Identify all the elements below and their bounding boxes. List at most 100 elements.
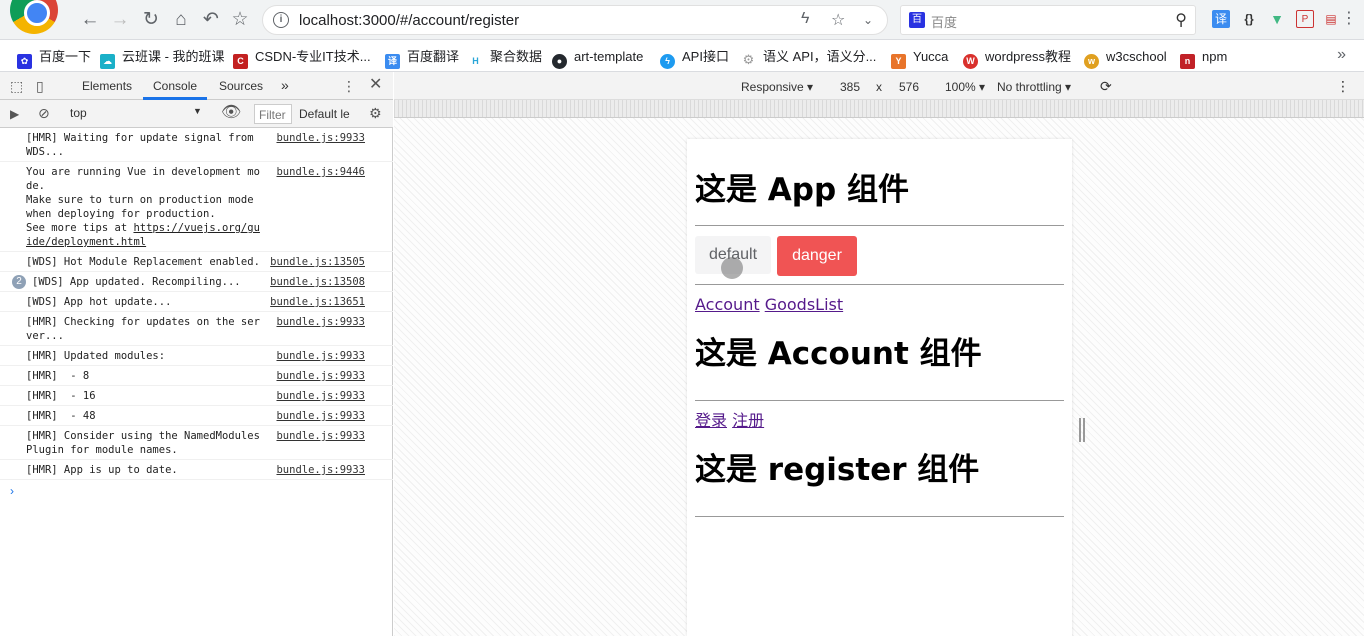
translate-extension-icon[interactable]: 译 [1212, 10, 1230, 28]
bookmark-api[interactable]: ϟ API接口 [660, 48, 729, 69]
source-link[interactable]: bundle.js:9933 [276, 131, 365, 145]
log-levels-select[interactable]: Default le [299, 107, 353, 121]
bookmark-art-template[interactable]: ● art-template [552, 48, 643, 69]
zoom-select[interactable]: 100% ▾ [945, 80, 985, 94]
viewport-width-input[interactable]: 385 [840, 80, 860, 94]
inspect-element-icon[interactable]: ⬚ [10, 78, 23, 94]
account-nav-links: 登录 注册 [695, 401, 1064, 431]
home-button[interactable]: ⌂ [169, 8, 193, 32]
context-select[interactable]: top [70, 106, 210, 122]
goodslist-link[interactable]: GoodsList [765, 295, 843, 314]
tab-elements[interactable]: Elements [82, 79, 132, 93]
source-link[interactable]: bundle.js:9933 [276, 315, 365, 329]
bookmark-npm[interactable]: n npm [1180, 48, 1227, 69]
info-icon[interactable]: i [273, 12, 289, 28]
bookmark-csdn[interactable]: C CSDN-专业IT技术... [233, 48, 371, 69]
tab-sources[interactable]: Sources [219, 79, 263, 93]
source-link[interactable]: bundle.js:13508 [270, 275, 365, 289]
close-icon[interactable]: ✕ [369, 77, 382, 93]
account-title: 这是 Account 组件 [695, 336, 982, 372]
chrome-logo-icon [10, 0, 58, 34]
console-message: [WDS] Hot Module Replacement enabled. bun… [0, 252, 393, 272]
back-button[interactable]: ← [78, 8, 102, 32]
source-link[interactable]: bundle.js:9933 [276, 369, 365, 383]
device-toggle-icon[interactable]: ▯ [36, 78, 44, 94]
bookmarks-overflow-icon[interactable]: » [1337, 46, 1346, 64]
tab-console[interactable]: Console [153, 79, 197, 93]
source-link[interactable]: bundle.js:9933 [276, 429, 365, 443]
console-message: [HMR] Waiting for update signal from WDS… [0, 128, 393, 162]
forward-button[interactable]: → [108, 8, 132, 32]
chevron-down-icon[interactable]: ▼ [193, 106, 202, 116]
console-message: [HMR] App is up to date. bundle.js:9933 [0, 460, 393, 480]
bookmark-label: 百度一下 [39, 49, 92, 64]
device-mode-select[interactable]: Responsive ▾ [741, 80, 813, 94]
resize-handle[interactable] [1079, 418, 1085, 442]
bookmark-w3cschool[interactable]: w w3cschool [1084, 48, 1167, 69]
login-link[interactable]: 登录 [695, 411, 727, 430]
bookmark-yucca[interactable]: Y Yucca [891, 48, 949, 69]
vue-devtools-icon[interactable]: ▼ [1268, 10, 1286, 28]
star-bookmark-button[interactable]: ☆ [228, 8, 252, 32]
button-group: default danger [695, 226, 1064, 284]
more-tabs-button[interactable]: » [281, 77, 289, 93]
source-link[interactable]: bundle.js:9933 [276, 409, 365, 423]
source-link[interactable]: bundle.js:9933 [276, 349, 365, 363]
clear-console-icon[interactable]: ⊘ [38, 105, 50, 121]
devtools-menu-icon[interactable]: ⋮ [342, 78, 356, 94]
json-extension-icon[interactable]: {} [1240, 10, 1258, 28]
sidebar-toggle-icon[interactable]: ▶ [10, 106, 19, 122]
device-menu-icon[interactable]: ⋮ [1336, 78, 1350, 95]
device-toolbar: Responsive ▾ 385 x 576 100% ▾ No throttl… [394, 72, 1364, 100]
source-link[interactable]: bundle.js:13651 [270, 295, 365, 309]
bookmark-label: 百度翻译 [407, 49, 460, 64]
rotate-icon[interactable]: ⟳ [1100, 78, 1112, 95]
menu-icon[interactable]: ⋮ [1340, 10, 1358, 28]
bookmark-baidu[interactable]: ✿ 百度一下 [17, 48, 92, 69]
source-link[interactable]: bundle.js:9933 [276, 389, 365, 403]
chevron-down-icon[interactable]: ⌄ [863, 13, 873, 27]
account-link[interactable]: Account [695, 295, 760, 314]
source-link[interactable]: bundle.js:9446 [276, 165, 365, 179]
reload-button[interactable]: ↻ [139, 8, 163, 32]
pdf-extension-icon-2[interactable]: ▤ [1322, 10, 1340, 28]
bookmark-semantic-api[interactable]: ⚙ 语义 API，语义分... [741, 48, 877, 67]
search-box[interactable]: 百 百度 ⚲ [900, 5, 1196, 35]
source-link[interactable]: bundle.js:9933 [276, 463, 365, 477]
bookmark-label: wordpress教程 [985, 49, 1071, 64]
emulated-page: 这是 App 组件 default danger Account GoodsLi… [687, 139, 1072, 636]
url-text[interactable]: localhost:3000/#/account/register [299, 12, 519, 29]
bookmark-wordpress[interactable]: Wwordpress教程 [963, 48, 1071, 69]
bookmark-label: 云班课 - 我的班课 [122, 49, 225, 64]
eye-icon[interactable]: 👁 [221, 105, 241, 121]
app-title: 这是 App 组件 [695, 172, 909, 208]
translate-icon: 译 [385, 54, 400, 69]
lightning-icon[interactable]: ϟ [801, 10, 809, 28]
address-bar[interactable]: i localhost:3000/#/account/register ϟ ☆ … [262, 5, 888, 35]
console-message: [HMR] - 48 bundle.js:9933 [0, 406, 393, 426]
bookmark-label: Yucca [913, 49, 949, 64]
bookmark-juhe[interactable]: H 聚合数据 [468, 48, 542, 69]
register-link[interactable]: 注册 [732, 411, 764, 430]
console-message: 2 [WDS] App updated. Recompiling... bundle… [0, 272, 393, 292]
throttling-select[interactable]: No throttling ▾ [997, 80, 1071, 94]
search-input[interactable]: 百度 [931, 12, 957, 31]
console-message: [HMR] - 16 bundle.js:9933 [0, 386, 393, 406]
settings-gear-icon[interactable]: ⚙ [369, 105, 382, 121]
star-icon[interactable]: ☆ [831, 10, 845, 30]
viewport-height-input[interactable]: 576 [899, 80, 919, 94]
bookmark-yunbanke[interactable]: ☁ 云班课 - 我的班课 [100, 48, 225, 69]
cursor-indicator [721, 257, 743, 279]
pdf-extension-icon[interactable]: P [1296, 10, 1314, 28]
console-prompt[interactable]: › [0, 480, 393, 498]
bookmark-baidu-translate[interactable]: 译百度翻译 [385, 48, 460, 69]
filter-input[interactable]: Filter [254, 104, 292, 124]
github-icon: ● [552, 54, 567, 69]
danger-button[interactable]: danger [777, 236, 857, 276]
csdn-icon: C [233, 54, 248, 69]
devtools-tab-bar: ⬚ ▯ Elements Console Sources » ⋮ ✕ [0, 72, 393, 100]
search-icon[interactable]: ⚲ [1175, 10, 1187, 30]
bookmark-label: 语义 API，语义分... [763, 49, 877, 64]
source-link[interactable]: bundle.js:13505 [270, 255, 365, 269]
undo-button[interactable]: ↶ [199, 8, 223, 32]
